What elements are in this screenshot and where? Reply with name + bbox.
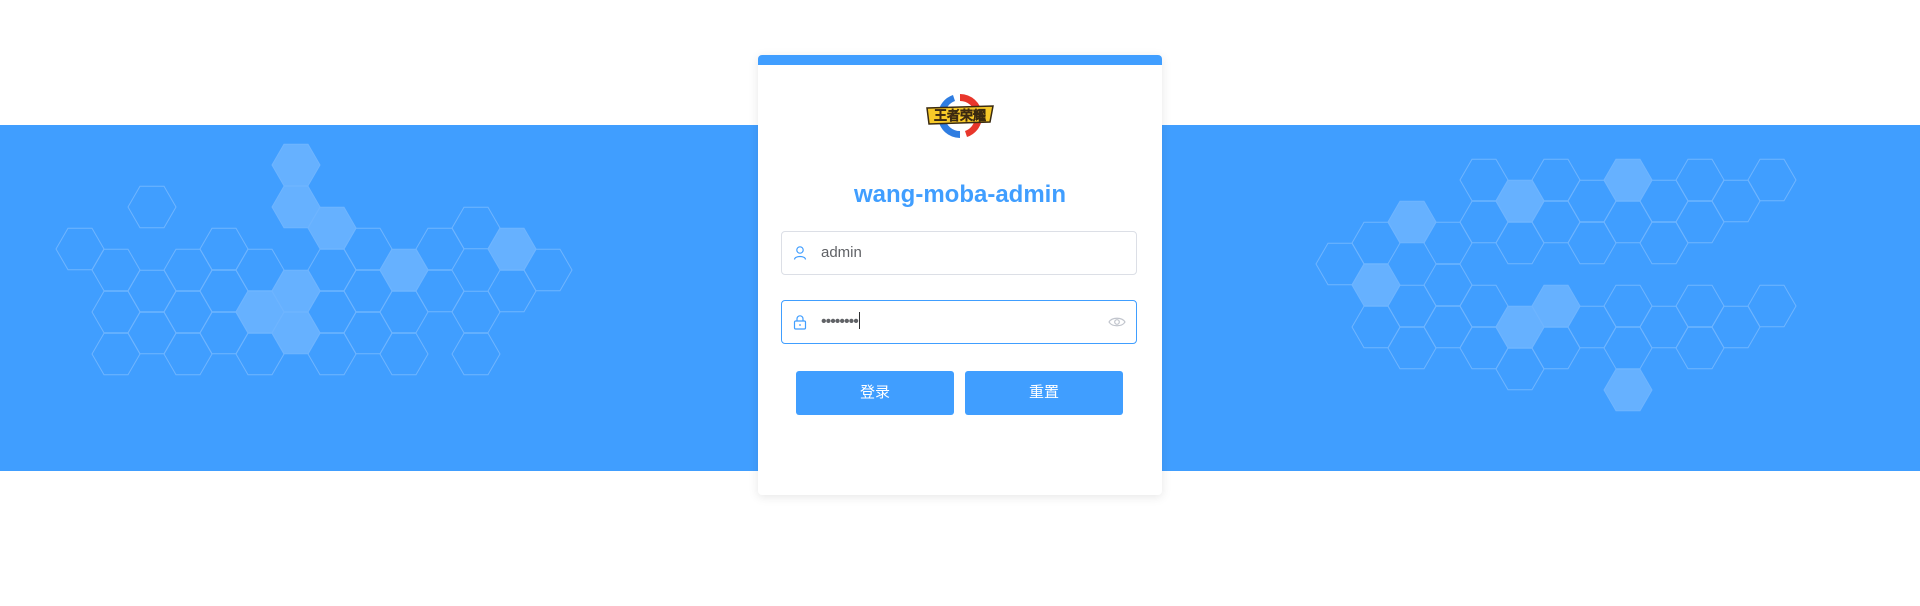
hexagon-decoration (1711, 305, 1761, 349)
hexagon-decoration (163, 332, 213, 376)
hexagon-decoration (1351, 263, 1401, 307)
password-field[interactable]: •••••••• (781, 300, 1137, 344)
hexagon-decoration (1675, 200, 1725, 244)
hexagon-decoration (1603, 158, 1653, 202)
app-title: wang-moba-admin (853, 181, 1066, 208)
hexagon-decoration (1603, 326, 1653, 370)
svg-text:王者荣耀: 王者荣耀 (934, 108, 986, 124)
hexagon-decoration (1603, 200, 1653, 244)
hexagon-decoration (1423, 263, 1473, 307)
hexagon-decoration (1675, 158, 1725, 202)
hexagon-decoration (1495, 347, 1545, 391)
hexagon-decoration (127, 185, 177, 229)
hexagon-decoration (127, 311, 177, 355)
hexagon-decoration (1567, 221, 1617, 265)
login-card: 王者荣耀 wang-moba-admin admin •••••••• 登录 重… (758, 55, 1162, 495)
hexagon-decoration (1495, 179, 1545, 223)
login-button[interactable]: 登录 (796, 371, 954, 415)
hexagon-decoration (1711, 179, 1761, 223)
hexagon-decoration (379, 290, 429, 334)
card-top-accent (758, 55, 1162, 65)
user-icon (793, 246, 807, 260)
hexagon-decoration (199, 227, 249, 271)
hexagon-decoration (91, 248, 141, 292)
lock-icon (793, 315, 807, 330)
hexagon-decoration (451, 290, 501, 334)
game-logo: 王者荣耀 (926, 93, 994, 139)
hexagon-decoration (487, 227, 537, 271)
username-value: admin (821, 244, 862, 261)
hexagon-decoration (163, 290, 213, 334)
hexagon-decoration (91, 332, 141, 376)
hexagon-decoration (1387, 200, 1437, 244)
hexagon-decoration (1423, 305, 1473, 349)
hexagon-decoration (55, 227, 105, 271)
reset-button[interactable]: 重置 (965, 371, 1123, 415)
hexagon-decoration (163, 248, 213, 292)
hexagon-decoration (1603, 284, 1653, 328)
login-page: 王者荣耀 wang-moba-admin admin •••••••• 登录 重… (0, 0, 1920, 606)
hexagon-decoration (487, 269, 537, 313)
hexagon-decoration (343, 311, 393, 355)
hexagon-decoration (271, 143, 321, 187)
hexagon-decoration (451, 332, 501, 376)
hexagon-decoration (1387, 326, 1437, 370)
username-field[interactable]: admin (781, 231, 1137, 275)
text-caret (858, 312, 860, 329)
hexagon-decoration (379, 332, 429, 376)
hexagon-decoration (1603, 368, 1653, 412)
hexagon-decoration (1639, 221, 1689, 265)
hexagon-decoration (379, 248, 429, 292)
password-value: •••••••• (821, 312, 860, 330)
hexagon-decoration (1747, 158, 1797, 202)
hexagon-decoration (127, 269, 177, 313)
hexagon-decoration (91, 290, 141, 334)
eye-icon[interactable] (1108, 314, 1126, 330)
hexagon-decoration (1675, 284, 1725, 328)
hexagon-decoration (1351, 305, 1401, 349)
hexagon-decoration (1495, 221, 1545, 265)
hexagon-decoration (1639, 305, 1689, 349)
hexagon-decoration (1747, 284, 1797, 328)
hexagon-decoration (1675, 326, 1725, 370)
